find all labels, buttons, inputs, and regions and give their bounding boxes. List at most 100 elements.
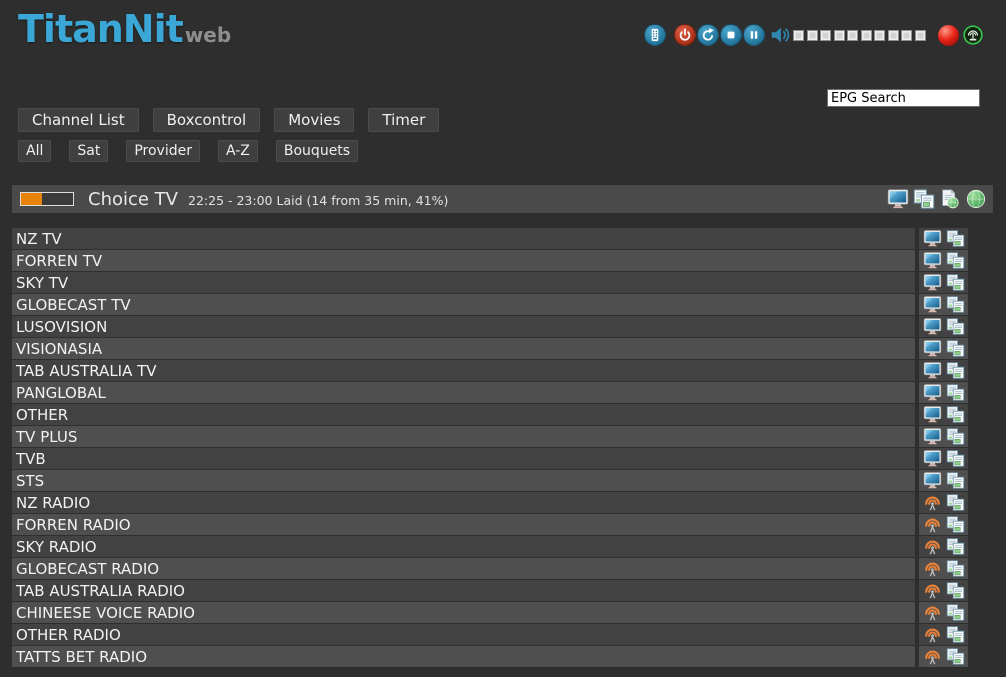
tv-screen-icon[interactable]	[923, 362, 942, 379]
volume-segment[interactable]	[793, 30, 804, 41]
epg-list-icon[interactable]	[946, 516, 965, 533]
stream-page-icon[interactable]	[939, 189, 961, 209]
channel-name-cell[interactable]: FORREN RADIO	[12, 514, 915, 535]
standby-antenna-icon[interactable]	[962, 24, 984, 46]
epg-list-icon[interactable]	[946, 252, 965, 269]
epg-list-icon[interactable]	[946, 428, 965, 445]
pause-icon[interactable]	[743, 24, 765, 46]
epg-list-icon[interactable]	[946, 604, 965, 621]
channel-name-cell[interactable]: PANGLOBAL	[12, 382, 915, 403]
channel-name-cell[interactable]: OTHER	[12, 404, 915, 425]
radio-broadcast-icon[interactable]	[923, 582, 942, 599]
channel-list: NZ TV FORREN TV SKY TV GLOBECAST TV LUSO…	[12, 228, 968, 668]
epg-list-icon[interactable]	[946, 560, 965, 577]
tv-screen-icon[interactable]	[923, 406, 942, 423]
tv-screen-icon[interactable]	[923, 274, 942, 291]
volume-segment[interactable]	[820, 30, 831, 41]
radio-broadcast-icon[interactable]	[923, 560, 942, 577]
radio-broadcast-icon[interactable]	[923, 648, 942, 665]
channel-name-cell[interactable]: GLOBECAST RADIO	[12, 558, 915, 579]
volume-segment[interactable]	[901, 30, 912, 41]
nav-timer[interactable]: Timer	[368, 108, 439, 132]
epg-list-icon[interactable]	[946, 494, 965, 511]
volume-segment[interactable]	[888, 30, 899, 41]
tv-screen-icon[interactable]	[923, 230, 942, 247]
radio-broadcast-icon[interactable]	[923, 494, 942, 511]
channel-row-actions	[919, 272, 968, 293]
refresh-icon[interactable]	[697, 24, 719, 46]
channel-name-cell[interactable]: TAB AUSTRALIA RADIO	[12, 580, 915, 601]
epg-list-icon[interactable]	[946, 384, 965, 401]
tv-screen-icon[interactable]	[923, 384, 942, 401]
channel-name-cell[interactable]: SKY RADIO	[12, 536, 915, 557]
filter-bouquets[interactable]: Bouquets	[276, 140, 358, 162]
epg-list-icon[interactable]	[946, 274, 965, 291]
epg-list-icon[interactable]	[946, 648, 965, 665]
nav-channel-list[interactable]: Channel List	[18, 108, 139, 132]
channel-name-cell[interactable]: VISIONASIA	[12, 338, 915, 359]
channel-name-cell[interactable]: NZ RADIO	[12, 492, 915, 513]
tv-screen-icon[interactable]	[923, 340, 942, 357]
channel-name-cell[interactable]: SKY TV	[12, 272, 915, 293]
tv-screen-icon[interactable]	[923, 450, 942, 467]
tv-screen-icon[interactable]	[923, 318, 942, 335]
channel-row-actions	[919, 316, 968, 337]
filter-provider[interactable]: Provider	[126, 140, 200, 162]
nav-movies[interactable]: Movies	[274, 108, 354, 132]
stop-icon[interactable]	[720, 24, 742, 46]
volume-segment[interactable]	[874, 30, 885, 41]
tv-screen-icon[interactable]	[923, 296, 942, 313]
web-globe-icon[interactable]	[965, 189, 987, 209]
epg-list-icon[interactable]	[946, 450, 965, 467]
remote-control-icon[interactable]	[644, 24, 666, 46]
top-controls	[644, 23, 984, 47]
tv-screen-icon[interactable]	[923, 472, 942, 489]
record-ball-icon[interactable]	[938, 25, 959, 46]
filter-a-z[interactable]: A-Z	[218, 140, 258, 162]
channel-row-tab-australia-tv: TAB AUSTRALIA TV	[12, 360, 968, 381]
epg-list-icon[interactable]	[946, 582, 965, 599]
filter-all[interactable]: All	[18, 140, 51, 162]
tv-screen-icon[interactable]	[887, 189, 909, 209]
channel-name-cell[interactable]: FORREN TV	[12, 250, 915, 271]
radio-broadcast-icon[interactable]	[923, 604, 942, 621]
channel-name-cell[interactable]: TAB AUSTRALIA TV	[12, 360, 915, 381]
channel-name-cell[interactable]: GLOBECAST TV	[12, 294, 915, 315]
epg-list-icon[interactable]	[946, 296, 965, 313]
volume-segment[interactable]	[847, 30, 858, 41]
channel-name-cell[interactable]: CHINEESE VOICE RADIO	[12, 602, 915, 623]
channel-name-cell[interactable]: TV PLUS	[12, 426, 915, 447]
radio-broadcast-icon[interactable]	[923, 626, 942, 643]
volume-segment[interactable]	[861, 30, 872, 41]
channel-name-cell[interactable]: TATTS BET RADIO	[12, 646, 915, 667]
epg-list-icon[interactable]	[946, 362, 965, 379]
epg-list-icon[interactable]	[946, 318, 965, 335]
volume-segment[interactable]	[834, 30, 845, 41]
channel-row-actions	[919, 382, 968, 403]
epg-list-icon[interactable]	[946, 230, 965, 247]
channel-name-cell[interactable]: STS	[12, 470, 915, 491]
tv-screen-icon[interactable]	[923, 252, 942, 269]
channel-name-cell[interactable]: TVB	[12, 448, 915, 469]
epg-list-icon[interactable]	[946, 626, 965, 643]
channel-name-cell[interactable]: NZ TV	[12, 228, 915, 249]
volume-icon[interactable]	[769, 24, 791, 46]
channel-row-tab-australia-radio: TAB AUSTRALIA RADIO	[12, 580, 968, 601]
channel-name-cell[interactable]: OTHER RADIO	[12, 624, 915, 645]
epg-search-input[interactable]	[827, 89, 980, 107]
epg-list-icon[interactable]	[946, 340, 965, 357]
filter-sat[interactable]: Sat	[69, 140, 108, 162]
volume-segment[interactable]	[807, 30, 818, 41]
epg-list-icon[interactable]	[946, 406, 965, 423]
radio-broadcast-icon[interactable]	[923, 538, 942, 555]
tv-screen-icon[interactable]	[923, 428, 942, 445]
volume-segment[interactable]	[915, 30, 926, 41]
channel-name-cell[interactable]: LUSOVISION	[12, 316, 915, 337]
channel-row-globecast-tv: GLOBECAST TV	[12, 294, 968, 315]
epg-list-icon[interactable]	[946, 538, 965, 555]
radio-broadcast-icon[interactable]	[923, 516, 942, 533]
nav-boxcontrol[interactable]: Boxcontrol	[153, 108, 261, 132]
epg-list-icon[interactable]	[946, 472, 965, 489]
power-icon[interactable]	[674, 24, 696, 46]
epg-list-icon[interactable]	[913, 189, 935, 209]
